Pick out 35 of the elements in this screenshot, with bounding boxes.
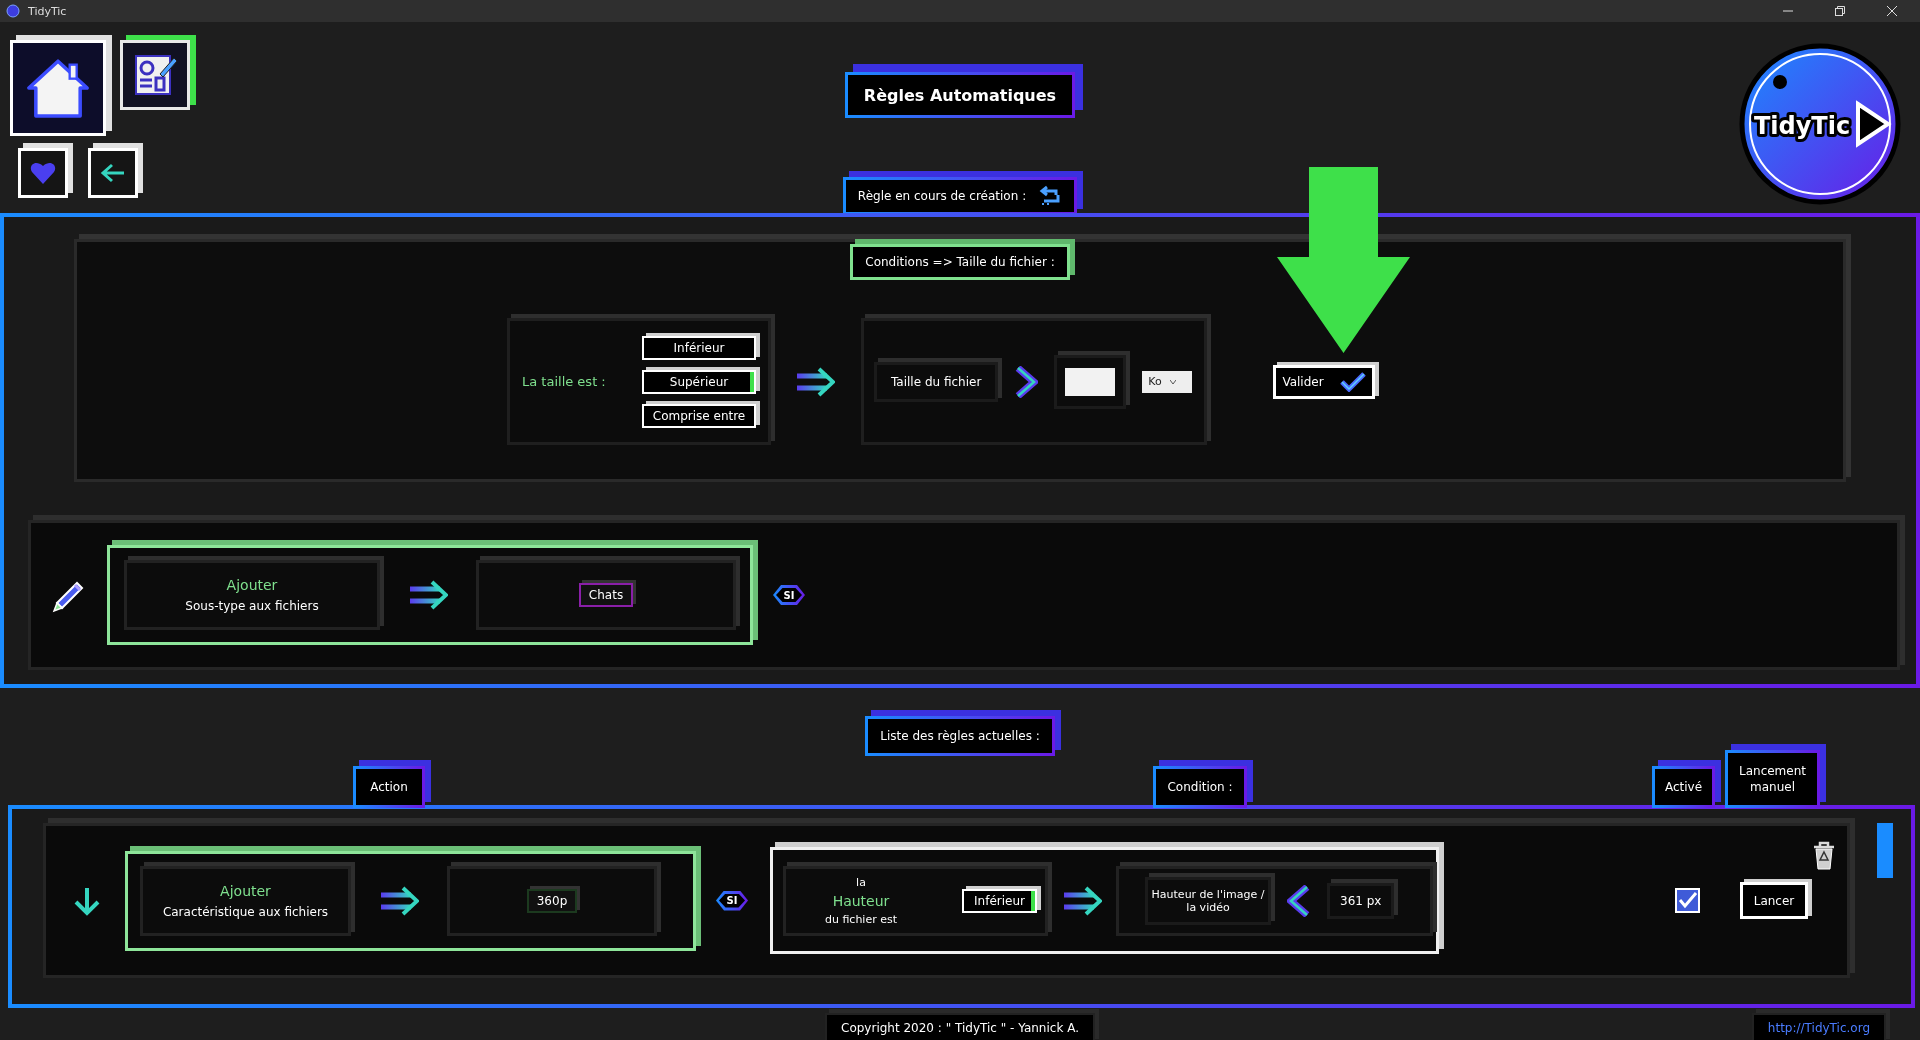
scrollbar-thumb[interactable] bbox=[1877, 823, 1893, 878]
si-badge: SI bbox=[773, 585, 805, 605]
size-label: La taille est : bbox=[522, 374, 606, 389]
action-target: Caractéristique aux fichiers bbox=[162, 904, 329, 919]
heart-icon bbox=[30, 161, 56, 185]
window-title: TidyTic bbox=[28, 4, 67, 18]
undo-icon[interactable] bbox=[1038, 185, 1063, 207]
trash-icon[interactable] bbox=[1812, 840, 1836, 870]
caret-down-icon bbox=[1169, 379, 1176, 384]
action-name: Ajouter bbox=[220, 882, 271, 899]
app-logo: TidyTic bbox=[1738, 42, 1902, 206]
value-tag: 360p bbox=[526, 888, 578, 913]
size-input[interactable] bbox=[1065, 367, 1116, 396]
double-arrow-icon bbox=[379, 885, 419, 916]
reading-tag: 361 px bbox=[1327, 882, 1395, 919]
value-tag: Chats bbox=[578, 583, 634, 607]
left-arrow-icon bbox=[100, 162, 126, 184]
double-arrow-icon bbox=[1062, 885, 1102, 916]
app-icon bbox=[6, 4, 20, 18]
si-badge: SI bbox=[716, 890, 748, 911]
action-target: Sous-type aux fichiers bbox=[185, 599, 319, 613]
file-size-label: Taille du fichier bbox=[874, 361, 999, 402]
document-edit-icon bbox=[132, 52, 178, 98]
unit-dropdown[interactable]: Ko bbox=[1142, 370, 1193, 393]
property-name: Hauteur bbox=[832, 892, 890, 909]
check-icon bbox=[1339, 371, 1366, 392]
condition-prefix: la bbox=[856, 875, 866, 889]
action-name: Ajouter bbox=[226, 577, 278, 593]
active-checkbox[interactable] bbox=[1675, 888, 1700, 913]
condition-suffix: du fichier est bbox=[824, 912, 898, 926]
double-arrow-icon bbox=[408, 580, 448, 610]
close-icon[interactable] bbox=[1887, 6, 1897, 16]
double-arrow-icon bbox=[795, 366, 835, 397]
tab-label: Règle en cours de création : bbox=[857, 189, 1027, 203]
restore-icon[interactable] bbox=[1835, 6, 1845, 16]
